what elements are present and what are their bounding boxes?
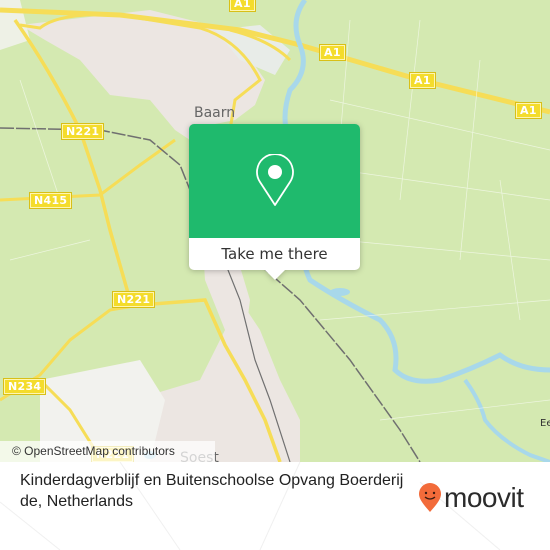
location-popup: Take me there — [189, 124, 360, 280]
location-title: Kinderdagverblijf en Buitenschoolse Opva… — [20, 472, 404, 510]
road-shield-n234: N234 — [4, 379, 46, 394]
popup-header — [189, 124, 360, 238]
road-shield-n221: N221 — [62, 124, 104, 139]
moovit-wordmark: moovit — [444, 482, 524, 513]
place-label-eemnes: Ee — [540, 418, 550, 429]
road-shield-n415: N415 — [30, 193, 72, 208]
road-shield-a1: A1 — [230, 0, 255, 11]
road-shield-a1: A1 — [410, 73, 435, 88]
location-pin-icon — [256, 154, 294, 206]
moovit-logo[interactable]: moovit — [418, 482, 524, 513]
take-me-there-button[interactable]: Take me there — [189, 238, 360, 270]
pond — [330, 288, 350, 296]
map-canvas[interactable]: Baarn Soest Ee A1 A1 A1 A1 N221 N415 N22… — [0, 0, 550, 462]
place-label-baarn: Baarn — [194, 105, 236, 121]
road-shield-a1: A1 — [516, 103, 541, 118]
river-eem-branch — [463, 378, 550, 462]
moovit-pin-icon — [419, 483, 441, 512]
road-shield-n221: N221 — [113, 292, 155, 307]
popup-pointer — [265, 270, 285, 280]
map-attribution[interactable]: © OpenStreetMap contributors — [0, 441, 215, 462]
road-shield-a1: A1 — [320, 45, 345, 60]
